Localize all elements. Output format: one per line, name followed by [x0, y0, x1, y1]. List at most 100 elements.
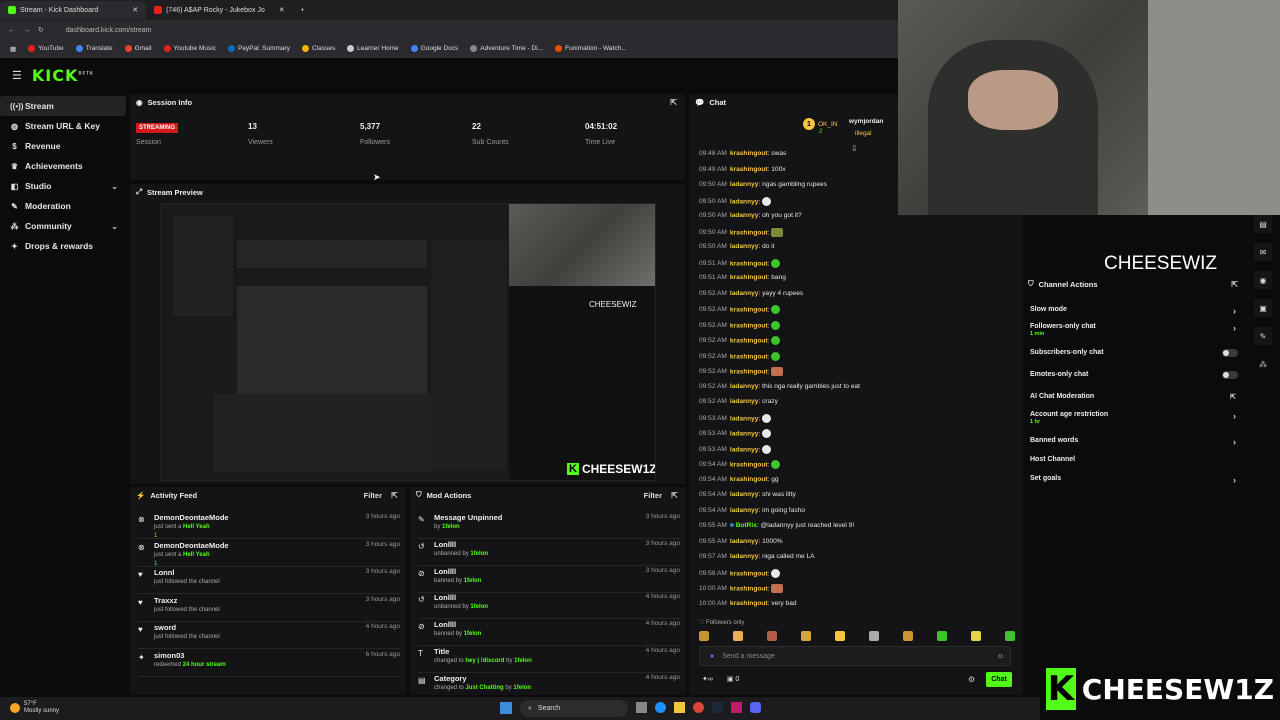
chat-username[interactable]: krashingout: [730, 600, 768, 607]
chat-message[interactable]: 09:51 AM krashingout:: [699, 258, 781, 268]
chevron-right-icon[interactable]: ›: [1233, 437, 1236, 447]
sidebar-item-studio[interactable]: ◧ Studio ⌄: [0, 176, 126, 196]
chat-message[interactable]: 09:52 AM krashingout:: [699, 351, 781, 361]
bookmark-item[interactable]: Youtube Music: [163, 45, 216, 52]
channel-action-emotes-only-chat[interactable]: Emotes-only chat: [1030, 371, 1240, 379]
chat-username[interactable]: ladannyy: [730, 415, 759, 422]
chat-username[interactable]: BotRix: [736, 522, 757, 529]
chat-username[interactable]: ladannyy: [730, 507, 759, 514]
chat-username[interactable]: ladannyy: [730, 212, 759, 219]
chat-send-button[interactable]: Chat: [986, 672, 1012, 687]
chat-message[interactable]: 09:52 AM ladannyy: crazy: [699, 398, 778, 405]
channel-action-account-age-restriction[interactable]: Account age restriction 1 hr ›: [1030, 411, 1240, 425]
task-view-icon[interactable]: [636, 702, 647, 713]
sidebar-item-revenue[interactable]: $ Revenue: [0, 136, 126, 156]
chat-username[interactable]: krashingout: [730, 570, 768, 577]
chat-username[interactable]: krashingout: [730, 274, 768, 281]
filter-button[interactable]: Filter: [364, 491, 382, 500]
chat-username[interactable]: ladannyy: [730, 198, 759, 205]
close-icon[interactable]: ✕: [279, 6, 285, 14]
sidebar-item-drops-rewards[interactable]: ✦ Drops & rewards: [0, 236, 126, 256]
sidebar-item-moderation[interactable]: ✎ Moderation: [0, 196, 126, 216]
chat-username[interactable]: ladannyy: [730, 398, 759, 405]
chat-message[interactable]: 09:49 AM krashingout: 100x: [699, 166, 786, 173]
chat-message[interactable]: 09:55 AM ■ BotRix: @ladannyy just reached…: [699, 522, 854, 529]
chat-username[interactable]: ladannyy: [730, 553, 759, 560]
chat-message[interactable]: 09:50 AM ladannyy: oh you got it?: [699, 212, 802, 219]
emoji-icon[interactable]: ☺: [997, 653, 1004, 660]
emote-icon[interactable]: [937, 631, 947, 641]
stream-preview-video[interactable]: CHEESEWIZ K CHEESEW1Z: [160, 203, 656, 481]
popout-icon[interactable]: ⇱: [671, 491, 678, 500]
bookmark-item[interactable]: YouTube: [28, 45, 64, 52]
chat-message[interactable]: 09:52 AM ladannyy: yayy 4 rupees: [699, 290, 803, 297]
chat-icon[interactable]: ✉: [1254, 243, 1272, 261]
menu-icon[interactable]: ☰: [12, 69, 22, 82]
channel-action-ai-chat-moderation[interactable]: AI Chat Moderation ⇱: [1030, 393, 1240, 401]
chat-username[interactable]: ladannyy: [730, 430, 759, 437]
windows-start-icon[interactable]: [500, 702, 512, 714]
broadcast-icon[interactable]: ◉: [1254, 271, 1272, 289]
chat-username[interactable]: krashingout: [730, 229, 768, 236]
chat-message[interactable]: 09:52 AM krashingout:: [699, 336, 781, 345]
infinity-icon[interactable]: ✦∞: [702, 675, 713, 683]
bookmark-item[interactable]: Funimation - Watch...: [555, 45, 627, 52]
sidebar-item-community[interactable]: ⁂ Community ⌄: [0, 216, 126, 236]
toggle-switch[interactable]: [1222, 371, 1238, 379]
emote-icon[interactable]: [767, 631, 777, 641]
channel-action-banned-words[interactable]: Banned words ›: [1030, 437, 1240, 447]
chat-username[interactable]: ladannyy: [730, 446, 759, 453]
chat-username[interactable]: krashingout: [730, 585, 768, 592]
chat-message[interactable]: 09:53 AM ladannyy:: [699, 444, 772, 454]
chat-username[interactable]: krashingout: [730, 166, 768, 173]
users-icon[interactable]: ⁂: [1254, 355, 1272, 373]
reload-icon[interactable]: ↻: [38, 26, 44, 34]
tab-kick-dashboard[interactable]: Stream - Kick Dashboard ✕: [0, 1, 147, 19]
sidebar-item-achievements[interactable]: ♛ Achievements: [0, 156, 126, 176]
chat-username[interactable]: krashingout: [730, 150, 768, 157]
channel-action-slow-mode[interactable]: Slow mode ›: [1030, 306, 1240, 316]
chat-message[interactable]: 09:48 AM krashingout: swas: [699, 150, 786, 157]
chat-message[interactable]: 09:50 AM ladannyy:: [699, 196, 772, 206]
chat-username[interactable]: krashingout: [730, 461, 768, 468]
taskbar-search[interactable]: ⌕ Search: [520, 700, 628, 717]
popout-icon[interactable]: ⇱: [670, 98, 677, 107]
chat-message[interactable]: 09:52 AM krashingout:: [699, 320, 781, 330]
tab-youtube[interactable]: (746) A$AP Rocky - Jukebox Jo ✕: [146, 1, 293, 19]
chat-message[interactable]: 09:52 AM ladannyy: this nga really gamble…: [699, 383, 860, 390]
chat-username[interactable]: ladannyy: [730, 383, 759, 390]
chevron-right-icon[interactable]: ›: [1233, 323, 1236, 333]
chat-username[interactable]: krashingout: [730, 322, 768, 329]
bookmark-item[interactable]: PayPal: Summary: [227, 45, 290, 52]
emote-icon[interactable]: [835, 631, 845, 641]
mic-icon[interactable]: ●: [710, 653, 714, 660]
save-icon[interactable]: ▣: [1254, 299, 1272, 317]
chevron-down-icon[interactable]: ⌄: [111, 182, 118, 191]
emote-icon[interactable]: [1005, 631, 1015, 641]
chat-username[interactable]: ladannyy: [730, 290, 759, 297]
external-link-icon[interactable]: ⇱: [1230, 393, 1236, 401]
chat-username[interactable]: ladannyy: [730, 491, 759, 498]
kick-logo[interactable]: KICKBETA: [32, 66, 94, 85]
emote-icon[interactable]: [801, 631, 811, 641]
chat-message[interactable]: 09:58 AM krashingout:: [699, 568, 781, 578]
chat-message[interactable]: 09:54 AM ladannyy: shi was litty: [699, 491, 796, 498]
close-icon[interactable]: ✕: [132, 6, 138, 14]
emote-icon[interactable]: [903, 631, 913, 641]
apps-icon[interactable]: ▦: [10, 45, 16, 53]
edge-icon[interactable]: [655, 702, 666, 713]
chevron-right-icon[interactable]: ›: [1233, 475, 1236, 485]
chat-message[interactable]: 09:55 AM ladannyy: 1000%: [699, 538, 783, 545]
chat-message[interactable]: 09:53 AM ladannyy:: [699, 413, 772, 423]
chevron-down-icon[interactable]: ⌄: [111, 222, 118, 231]
document-icon[interactable]: ▤: [1254, 215, 1272, 233]
chat-username[interactable]: krashingout: [730, 476, 768, 483]
filter-button[interactable]: Filter: [644, 491, 662, 500]
chat-message[interactable]: 09:51 AM krashingout: bang: [699, 274, 786, 281]
emote-icon[interactable]: [699, 631, 709, 641]
chevron-right-icon[interactable]: ›: [1233, 411, 1236, 421]
bookmark-item[interactable]: Classes: [301, 45, 335, 52]
chrome-icon[interactable]: [693, 702, 704, 713]
chat-message[interactable]: 09:54 AM krashingout: gg: [699, 476, 779, 483]
chat-message[interactable]: 09:53 AM ladannyy:: [699, 429, 772, 438]
